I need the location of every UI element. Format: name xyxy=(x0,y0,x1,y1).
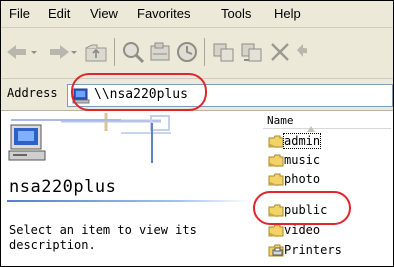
name-column-header[interactable]: Name xyxy=(263,114,391,132)
menu-tools[interactable]: Tools xyxy=(221,6,251,21)
address-label: Address xyxy=(7,86,58,100)
toolbar xyxy=(1,28,393,79)
history-icon[interactable] xyxy=(174,40,200,64)
move-to-icon[interactable] xyxy=(239,40,265,64)
list-item-label: photo xyxy=(284,172,321,186)
printers-folder-icon xyxy=(267,242,285,258)
sort-ascending-icon xyxy=(307,117,315,132)
toolbar-separator xyxy=(204,38,205,66)
folders-icon[interactable] xyxy=(147,40,173,64)
file-list: Name admin music photo public video Prin… xyxy=(259,111,393,266)
shared-folder-icon xyxy=(267,152,285,168)
menu-view[interactable]: View xyxy=(90,6,118,21)
menu-bar: File Edit View Favorites Tools Help xyxy=(1,1,393,28)
computer-icon xyxy=(5,121,49,165)
list-item-label: video xyxy=(284,223,321,237)
list-item-music[interactable]: music xyxy=(267,151,385,169)
folder-title: nsa220plus xyxy=(9,177,117,197)
menu-help[interactable]: Help xyxy=(274,6,301,21)
folder-info-pane: nsa220plus Select an item to view its de… xyxy=(1,111,259,266)
list-item-photo[interactable]: photo xyxy=(267,170,385,188)
shared-folder-icon xyxy=(267,171,285,187)
list-item-label: music xyxy=(284,153,321,167)
undo-icon[interactable] xyxy=(293,40,307,64)
list-item-printers[interactable]: Printers xyxy=(267,241,385,259)
folder-banner xyxy=(1,111,259,171)
forward-icon[interactable] xyxy=(45,40,71,64)
title-divider xyxy=(7,200,251,202)
list-item-label: admin xyxy=(282,133,322,149)
delete-icon[interactable] xyxy=(267,40,293,64)
back-dropdown-icon[interactable] xyxy=(29,40,39,64)
menu-favorites[interactable]: Favorites xyxy=(137,6,190,21)
copy-to-icon[interactable] xyxy=(211,40,237,64)
menu-file[interactable]: File xyxy=(9,6,30,21)
folder-description: Select an item to view its description. xyxy=(9,223,197,252)
forward-dropdown-icon[interactable] xyxy=(69,40,79,64)
up-folder-icon[interactable] xyxy=(83,40,109,64)
address-highlight xyxy=(71,73,207,111)
back-icon[interactable] xyxy=(5,40,31,64)
public-highlight xyxy=(253,191,351,225)
list-item-label: Printers xyxy=(284,243,342,257)
shared-folder-icon xyxy=(267,133,285,149)
explorer-window: File Edit View Favorites Tools Help Addr… xyxy=(0,0,394,267)
search-icon[interactable] xyxy=(120,40,146,64)
menu-edit[interactable]: Edit xyxy=(48,6,70,21)
toolbar-separator xyxy=(114,38,115,66)
name-column-label: Name xyxy=(267,114,294,127)
list-item-admin[interactable]: admin xyxy=(267,132,385,150)
